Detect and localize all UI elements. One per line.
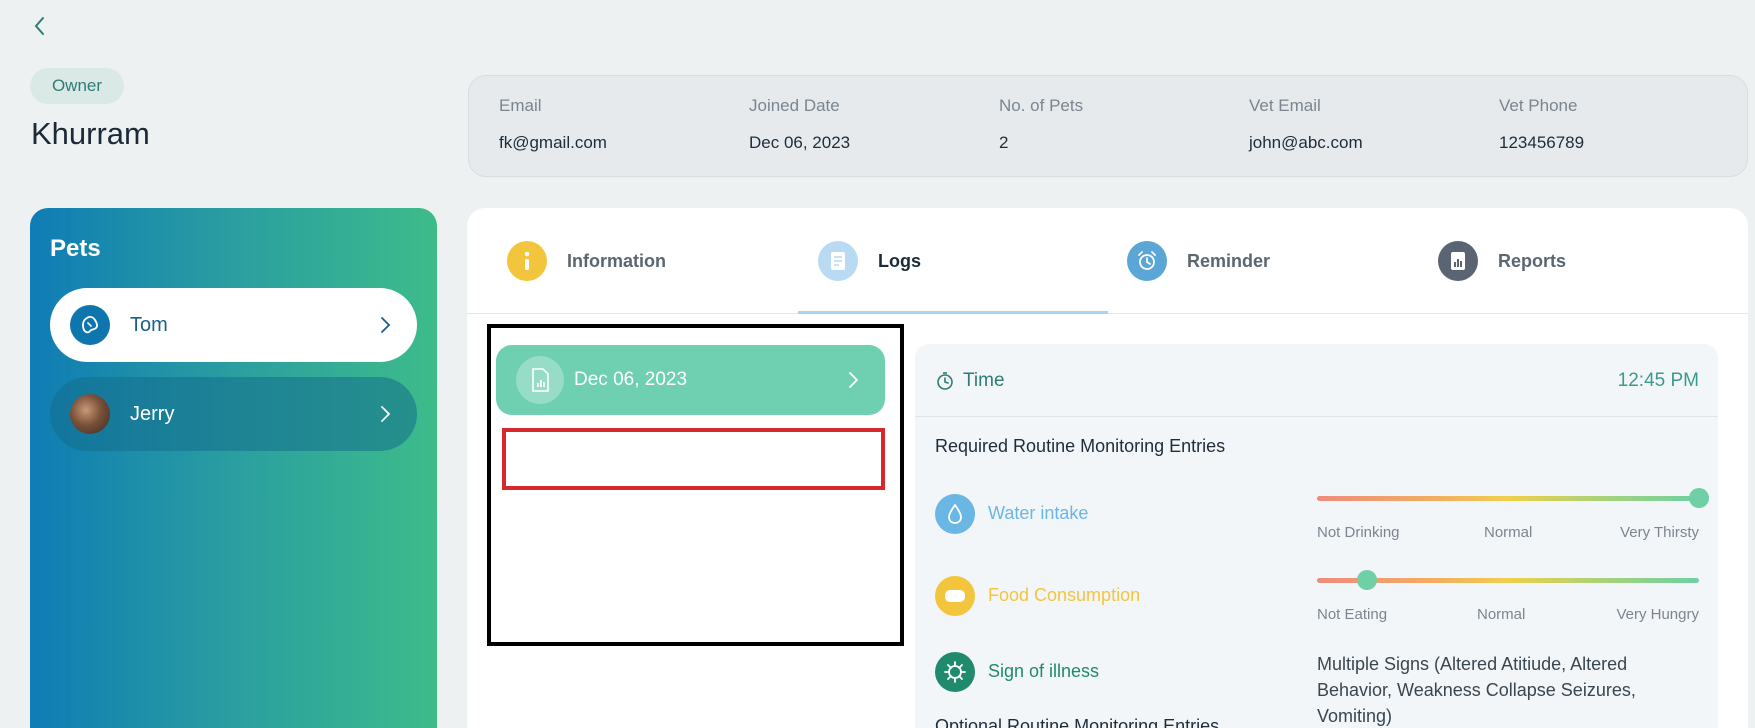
active-tab-indicator (798, 311, 1108, 314)
required-entries-title: Required Routine Monitoring Entries (935, 436, 1226, 456)
paw-avatar-icon (70, 305, 110, 345)
owner-info-card: Email fk@gmail.com Joined Date Dec 06, 2… (468, 75, 1748, 177)
info-icon (507, 241, 547, 281)
pets-title: Pets (50, 235, 101, 262)
back-icon[interactable] (30, 14, 50, 38)
tab-reminder[interactable]: Reminder (1127, 208, 1270, 314)
virus-icon (935, 652, 975, 692)
tab-logs[interactable]: Logs (818, 208, 921, 314)
sign-of-illness-label: Sign of illness (988, 661, 1100, 681)
report-icon (1438, 241, 1478, 281)
scale-mid: Normal (1484, 524, 1533, 541)
tab-information[interactable]: Information (507, 208, 666, 314)
time-row: Time 12:45 PM (915, 344, 1718, 417)
pets-count-column: No. of Pets 2 (999, 96, 1083, 153)
document-icon (818, 241, 858, 281)
time-value: 12:45 PM (1617, 370, 1699, 391)
pet-name: Jerry (130, 402, 175, 425)
email-value: fk@gmail.com (499, 133, 607, 152)
pet-item-jerry[interactable]: Jerry (50, 377, 417, 451)
chevron-right-icon (381, 406, 391, 422)
pets-count-value: 2 (999, 133, 1009, 152)
vet-email-column: Vet Email john@abc.com (1249, 96, 1363, 153)
tab-label: Reminder (1187, 250, 1271, 271)
sign-of-illness-value: Multiple Signs (Altered Atitiude, Altere… (1317, 654, 1636, 726)
joined-date-column: Joined Date Dec 06, 2023 (749, 96, 850, 153)
scale-mid: Normal (1477, 606, 1526, 623)
pets-count-label: No. of Pets (999, 96, 1084, 115)
slider-thumb[interactable] (1689, 488, 1709, 508)
water-intake-slider[interactable] (1317, 488, 1709, 508)
scale-low: Not Eating (1317, 606, 1388, 623)
vet-email-value: john@abc.com (1249, 133, 1363, 152)
scale-low: Not Drinking (1317, 524, 1400, 541)
water-intake-label: Water intake (988, 503, 1089, 523)
tab-label: Information (567, 250, 666, 271)
log-date-item[interactable]: Dec 06, 2023 (496, 345, 885, 415)
alarm-clock-icon (1127, 241, 1167, 281)
main-panel: Information Logs Reminder Reports Dec 06… (467, 208, 1748, 728)
scale-high: Very Hungry (1616, 606, 1699, 623)
vet-email-label: Vet Email (1249, 96, 1321, 115)
food-bowl-icon (935, 576, 975, 616)
annotation-box-red (502, 428, 885, 490)
vet-phone-value: 123456789 (1499, 133, 1585, 152)
stopwatch-icon (937, 372, 953, 390)
document-chart-icon (516, 356, 564, 404)
scale-high: Very Thirsty (1620, 524, 1699, 541)
owner-name: Khurram (31, 116, 150, 151)
log-date-label: Dec 06, 2023 (574, 369, 688, 390)
tab-label: Logs (878, 250, 921, 271)
log-detail-panel: Time 12:45 PM Required Routine Monitorin… (915, 344, 1718, 728)
pet-item-tom[interactable]: Tom (50, 288, 417, 362)
pet-photo-avatar (70, 394, 110, 434)
vet-phone-column: Vet Phone 123456789 (1499, 96, 1584, 153)
pet-name: Tom (130, 313, 168, 336)
email-label: Email (499, 96, 542, 115)
tab-reports[interactable]: Reports (1438, 208, 1566, 314)
chevron-right-icon (849, 372, 859, 388)
food-consumption-slider[interactable] (1317, 570, 1699, 590)
water-drop-icon (935, 494, 975, 534)
food-consumption-label: Food Consumption (988, 585, 1141, 605)
slider-thumb[interactable] (1356, 570, 1377, 590)
optional-entries-title: Optional Routine Monitoring Entries (935, 716, 1220, 728)
tab-label: Reports (1498, 250, 1567, 271)
joined-date-value: Dec 06, 2023 (749, 133, 851, 152)
pets-panel: Pets Tom Jerry (30, 208, 437, 728)
vet-phone-label: Vet Phone (1499, 96, 1578, 115)
tab-bar: Information Logs Reminder Reports (467, 208, 1748, 314)
chevron-right-icon (381, 317, 391, 333)
owner-badge: Owner (30, 68, 124, 104)
email-column: Email fk@gmail.com (499, 96, 607, 153)
joined-date-label: Joined Date (749, 96, 840, 115)
time-label: Time (963, 370, 1005, 391)
